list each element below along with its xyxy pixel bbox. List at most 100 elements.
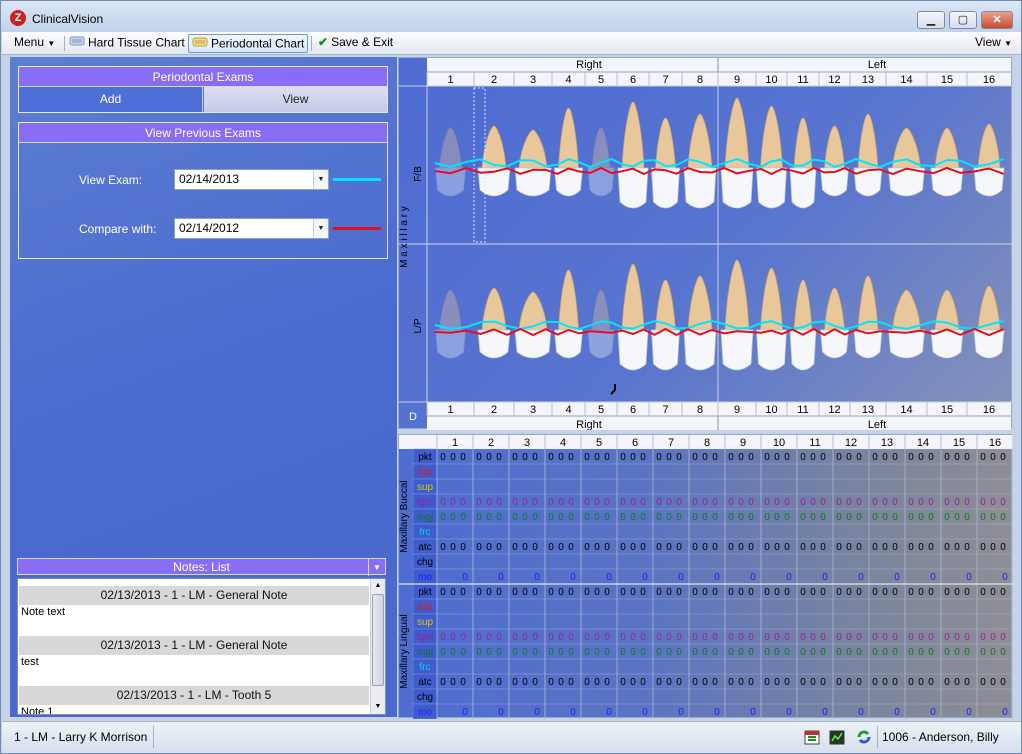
measurement-cell[interactable] xyxy=(832,463,870,480)
note-item[interactable]: 02/13/2013 - 1 - LM - General Note Note t… xyxy=(19,586,369,626)
measurement-cell[interactable] xyxy=(544,598,582,615)
measurement-cell[interactable] xyxy=(652,553,690,570)
measurement-cell[interactable] xyxy=(940,523,978,540)
measurement-cell[interactable] xyxy=(652,613,690,630)
measurement-cell[interactable] xyxy=(796,523,834,540)
measurement-cell[interactable] xyxy=(904,688,942,705)
measurement-cell[interactable] xyxy=(904,598,942,615)
chevron-down-icon[interactable]: ▼ xyxy=(368,559,385,576)
measurement-cell[interactable] xyxy=(832,598,870,615)
measurement-cell[interactable] xyxy=(940,613,978,630)
measurement-cell[interactable] xyxy=(868,463,906,480)
measurement-cell[interactable] xyxy=(580,598,618,615)
minimize-button[interactable]: ▁ xyxy=(917,11,945,29)
measurement-cell[interactable] xyxy=(508,688,546,705)
measurement-cell[interactable] xyxy=(796,613,834,630)
measurement-cell[interactable] xyxy=(436,478,474,495)
measurement-cell[interactable] xyxy=(976,523,1014,540)
measurement-cell[interactable] xyxy=(868,688,906,705)
measurement-cell[interactable] xyxy=(796,688,834,705)
tooth-1-lingual[interactable] xyxy=(435,289,466,359)
measurement-cell[interactable] xyxy=(688,463,726,480)
measurement-cell[interactable] xyxy=(796,478,834,495)
measurement-cell[interactable] xyxy=(724,523,762,540)
measurement-cell[interactable] xyxy=(580,463,618,480)
measurement-cell[interactable] xyxy=(616,688,654,705)
measurement-cell[interactable] xyxy=(508,523,546,540)
measurement-cell[interactable] xyxy=(652,463,690,480)
measurement-cell[interactable] xyxy=(868,523,906,540)
measurement-cell[interactable] xyxy=(508,553,546,570)
tooth-14-lingual[interactable] xyxy=(888,289,925,359)
menu-button[interactable]: Menu ▼ xyxy=(11,34,58,53)
measurement-cell[interactable] xyxy=(616,658,654,675)
measurement-cell[interactable] xyxy=(688,523,726,540)
measurement-cell[interactable] xyxy=(472,463,510,480)
tooth-11-lingual[interactable] xyxy=(789,279,817,371)
measurement-cell[interactable] xyxy=(940,463,978,480)
measurement-cell[interactable] xyxy=(760,658,798,675)
measurement-cell[interactable] xyxy=(580,688,618,705)
tooth-6-buccal[interactable] xyxy=(617,101,649,209)
view-exam-button[interactable]: View xyxy=(204,87,387,112)
schedule-icon[interactable] xyxy=(804,728,820,749)
measurement-cell[interactable] xyxy=(508,658,546,675)
measurement-cell[interactable] xyxy=(580,478,618,495)
measurement-cell[interactable] xyxy=(796,658,834,675)
measurement-cell[interactable] xyxy=(940,688,978,705)
measurement-cell[interactable] xyxy=(652,523,690,540)
measurement-cell[interactable] xyxy=(976,553,1014,570)
measurement-cell[interactable] xyxy=(724,478,762,495)
measurement-cell[interactable] xyxy=(544,553,582,570)
measurement-cell[interactable] xyxy=(976,463,1014,480)
tooth-7-lingual[interactable] xyxy=(651,279,680,371)
measurement-cell[interactable] xyxy=(472,523,510,540)
scroll-thumb[interactable] xyxy=(372,594,384,686)
measurement-cell[interactable] xyxy=(616,523,654,540)
measurement-cell[interactable] xyxy=(652,478,690,495)
measurement-cell[interactable] xyxy=(544,613,582,630)
measurement-cell[interactable] xyxy=(868,658,906,675)
measurement-cell[interactable] xyxy=(832,553,870,570)
scroll-up-icon[interactable]: ▲ xyxy=(371,579,385,593)
measurement-cell[interactable] xyxy=(580,613,618,630)
measurement-cell[interactable] xyxy=(904,613,942,630)
tooth-9-buccal[interactable] xyxy=(720,97,754,209)
measurement-cell[interactable] xyxy=(796,463,834,480)
measurement-cell[interactable] xyxy=(724,658,762,675)
view-exam-select[interactable]: 02/14/2013 ▼ xyxy=(174,169,329,190)
measurement-cell[interactable] xyxy=(616,598,654,615)
measurement-cell[interactable] xyxy=(976,478,1014,495)
measurement-cell[interactable] xyxy=(652,688,690,705)
measurement-cell[interactable] xyxy=(472,613,510,630)
tooth-12-lingual[interactable] xyxy=(820,287,849,359)
measurement-cell[interactable] xyxy=(796,553,834,570)
tooth-10-buccal[interactable] xyxy=(756,105,787,209)
measurement-cell[interactable] xyxy=(760,478,798,495)
measurement-cell[interactable] xyxy=(544,523,582,540)
measurement-cell[interactable] xyxy=(976,613,1014,630)
measurement-cell[interactable] xyxy=(544,688,582,705)
tooth-15-buccal[interactable] xyxy=(930,127,964,197)
measurement-cell[interactable] xyxy=(544,478,582,495)
measurement-cell[interactable] xyxy=(616,478,654,495)
measurement-cell[interactable] xyxy=(832,523,870,540)
measurement-cell[interactable] xyxy=(976,598,1014,615)
measurement-cell[interactable] xyxy=(760,463,798,480)
measurement-cell[interactable] xyxy=(940,598,978,615)
measurement-cell[interactable] xyxy=(436,598,474,615)
measurement-cell[interactable] xyxy=(796,598,834,615)
tooth-15-lingual[interactable] xyxy=(930,289,964,359)
measurement-cell[interactable] xyxy=(472,598,510,615)
measurement-cell[interactable] xyxy=(760,553,798,570)
measurement-cell[interactable] xyxy=(580,553,618,570)
measurement-cell[interactable] xyxy=(652,658,690,675)
measurement-cell[interactable] xyxy=(976,688,1014,705)
measurement-cell[interactable] xyxy=(904,658,942,675)
measurement-cell[interactable] xyxy=(544,658,582,675)
measurement-cell[interactable] xyxy=(508,613,546,630)
save-exit-button[interactable]: ✔ Save & Exit xyxy=(315,34,396,53)
measurement-cell[interactable] xyxy=(616,553,654,570)
close-button[interactable]: ✕ xyxy=(981,11,1013,29)
measurement-cell[interactable] xyxy=(688,613,726,630)
